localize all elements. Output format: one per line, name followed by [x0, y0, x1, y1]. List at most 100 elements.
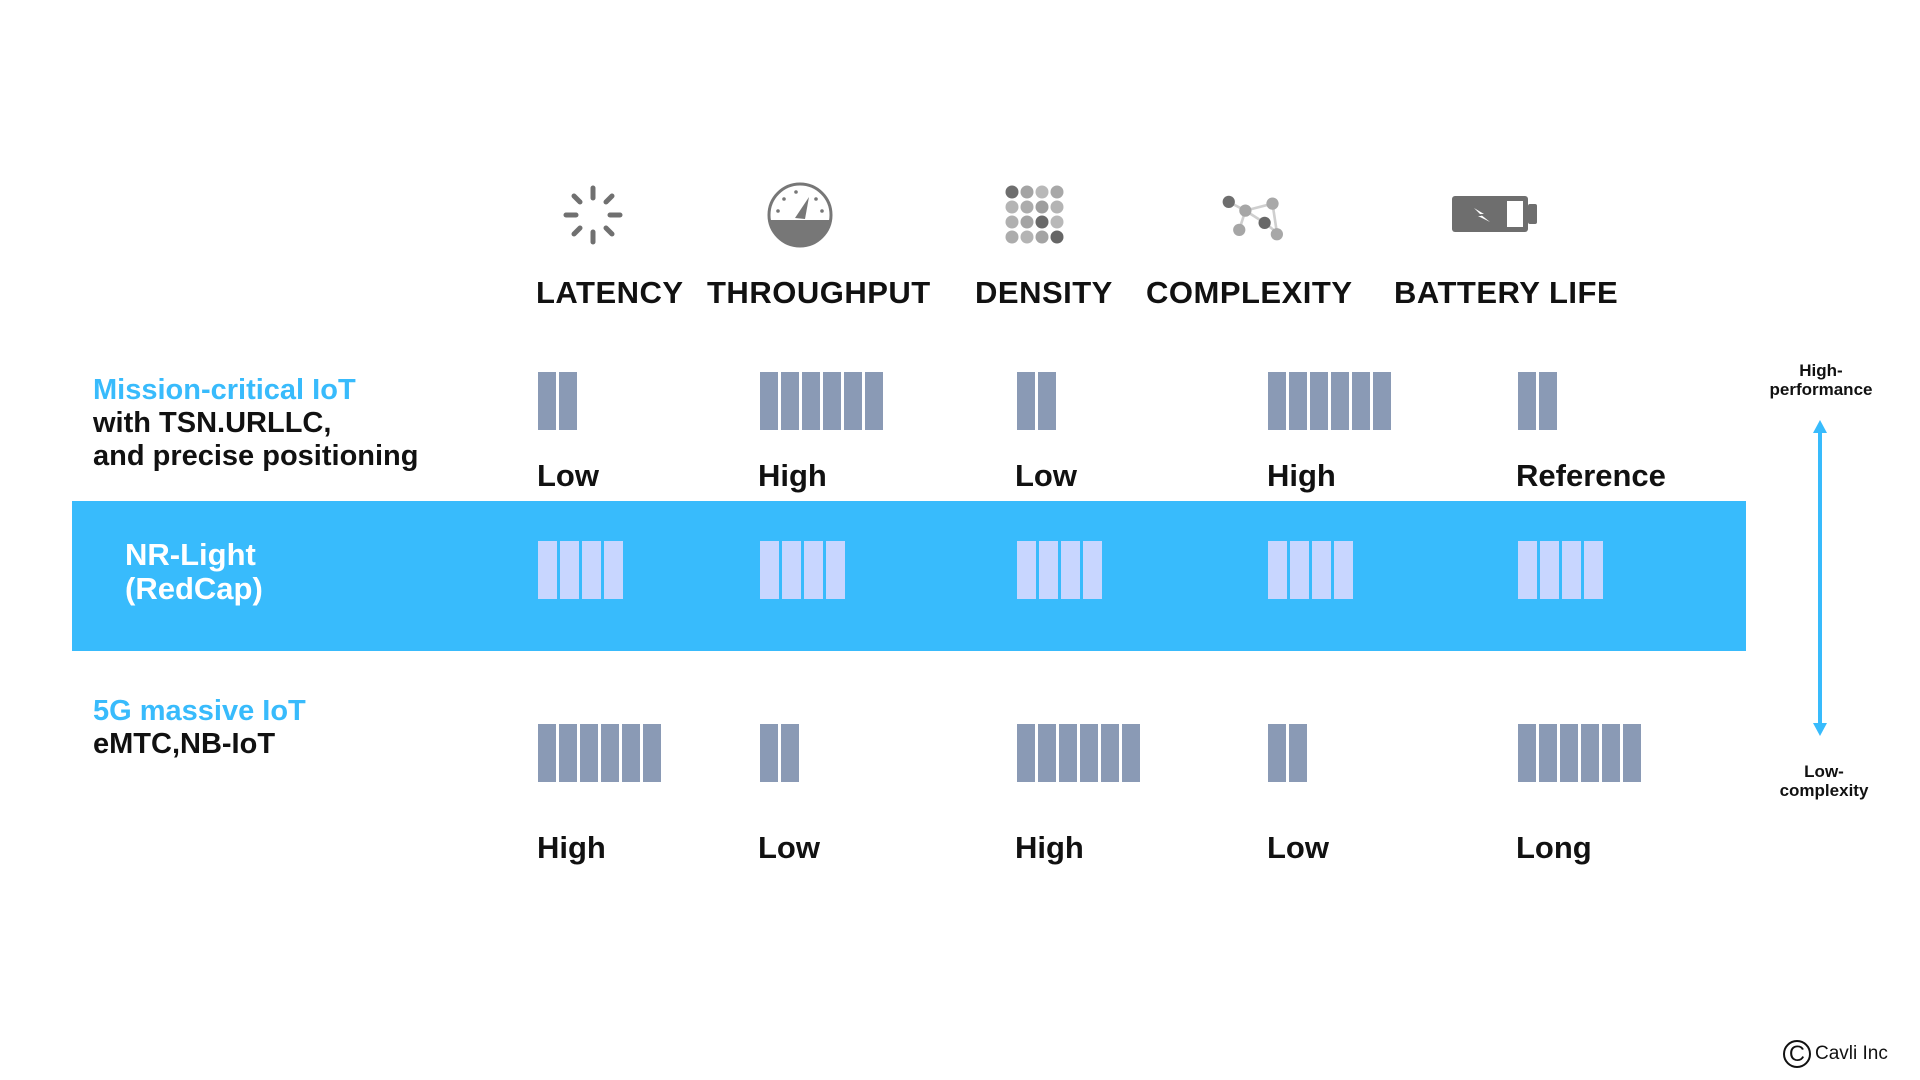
level-bar — [1352, 372, 1370, 430]
speedometer-icon — [767, 182, 833, 248]
node-graph-icon — [1222, 195, 1283, 241]
level-bar — [1562, 541, 1581, 599]
value-label: High — [1267, 458, 1336, 493]
level-bar — [1290, 541, 1309, 599]
column-header-throughput: THROUGHPUT — [707, 275, 931, 310]
level-bar — [1038, 724, 1056, 782]
level-bar — [538, 541, 557, 599]
level-bar-group — [1017, 724, 1140, 782]
level-bar-group — [760, 372, 883, 430]
value-label: High — [1015, 830, 1084, 865]
level-bar — [826, 541, 845, 599]
level-bar — [643, 724, 661, 782]
scale-top-label-line: High- — [1799, 361, 1843, 380]
row-title-line: NR-Light — [125, 537, 256, 572]
level-bar — [1017, 541, 1036, 599]
level-bar-group — [538, 372, 577, 430]
level-bar — [1268, 724, 1286, 782]
row-title-line: (RedCap) — [125, 571, 263, 606]
level-bar — [1518, 541, 1537, 599]
level-bar — [1540, 541, 1559, 599]
level-bar — [622, 724, 640, 782]
row-label-mission-critical: Mission-critical IoT with TSN.URLLC, and… — [93, 374, 419, 473]
level-bar — [823, 372, 841, 430]
level-bar — [1059, 724, 1077, 782]
row-title: 5G massive IoT — [93, 695, 306, 727]
double-arrow-icon — [1813, 420, 1827, 736]
level-bar — [781, 724, 799, 782]
level-bar-group — [538, 541, 623, 599]
level-bar — [781, 372, 799, 430]
level-bar — [760, 372, 778, 430]
value-label: Reference — [1516, 458, 1666, 493]
level-bar — [1584, 541, 1603, 599]
level-bar-group — [1268, 541, 1353, 599]
level-bar — [1017, 724, 1035, 782]
value-label: Low — [1267, 830, 1329, 865]
level-bar — [1334, 541, 1353, 599]
row-label-massive-iot: 5G massive IoT eMTC,NB-IoT — [93, 695, 306, 761]
level-bar-group — [1268, 724, 1307, 782]
level-bar — [538, 724, 556, 782]
copyright-icon: C — [1783, 1040, 1811, 1068]
level-bar — [580, 724, 598, 782]
value-label: Low — [537, 458, 599, 493]
value-label: Long — [1516, 830, 1592, 865]
level-bar — [1268, 372, 1286, 430]
copyright: C Cavli Inc — [1783, 1040, 1888, 1068]
row-subtitle-line: and precise positioning — [93, 440, 419, 472]
level-bar-group — [538, 724, 661, 782]
column-header-complexity: COMPLEXITY — [1146, 275, 1353, 310]
level-bar — [1518, 724, 1536, 782]
level-bar — [560, 541, 579, 599]
level-bar — [601, 724, 619, 782]
level-bar — [1080, 724, 1098, 782]
level-bar — [844, 372, 862, 430]
level-bar — [582, 541, 601, 599]
battery-icon — [1452, 196, 1537, 232]
level-bar — [1581, 724, 1599, 782]
level-bar — [1101, 724, 1119, 782]
level-bar — [1268, 541, 1287, 599]
level-bar-group — [1017, 372, 1056, 430]
level-bar — [1560, 724, 1578, 782]
column-header-density: DENSITY — [975, 275, 1113, 310]
row-subtitle-line: with TSN.URLLC, — [93, 407, 332, 439]
scale-bottom-label: Low- complexity — [1754, 762, 1894, 800]
level-bar — [1623, 724, 1641, 782]
level-bar — [1039, 541, 1058, 599]
level-bar — [1310, 372, 1328, 430]
level-bar-group — [760, 724, 799, 782]
level-bar — [1289, 372, 1307, 430]
level-bar — [802, 372, 820, 430]
level-bar — [865, 372, 883, 430]
level-bar — [1122, 724, 1140, 782]
value-label: Low — [1015, 458, 1077, 493]
level-bar-group — [1268, 372, 1391, 430]
level-bar — [1289, 724, 1307, 782]
level-bar-group — [1518, 541, 1603, 599]
level-bar — [760, 724, 778, 782]
column-header-battery-life: BATTERY LIFE — [1394, 275, 1619, 310]
level-bar — [1017, 372, 1035, 430]
level-bar-group — [760, 541, 845, 599]
row-subtitle-line: eMTC,NB-IoT — [93, 728, 276, 760]
level-bar-group — [1518, 724, 1641, 782]
scale-bottom-label-line: complexity — [1779, 781, 1869, 800]
level-bar — [782, 541, 801, 599]
scale-bottom-label-line: Low- — [1804, 762, 1844, 781]
level-bar — [1539, 724, 1557, 782]
level-bar — [1312, 541, 1331, 599]
level-bar — [559, 372, 577, 430]
level-bar — [604, 541, 623, 599]
level-bar — [1539, 372, 1557, 430]
level-bar — [1331, 372, 1349, 430]
level-bar — [538, 372, 556, 430]
nr-light-band — [72, 501, 1746, 651]
level-bar — [559, 724, 577, 782]
level-bar — [1061, 541, 1080, 599]
column-header-latency: LATENCY — [536, 275, 684, 310]
value-label: High — [758, 458, 827, 493]
row-title: Mission-critical IoT — [93, 374, 356, 406]
level-bar — [804, 541, 823, 599]
